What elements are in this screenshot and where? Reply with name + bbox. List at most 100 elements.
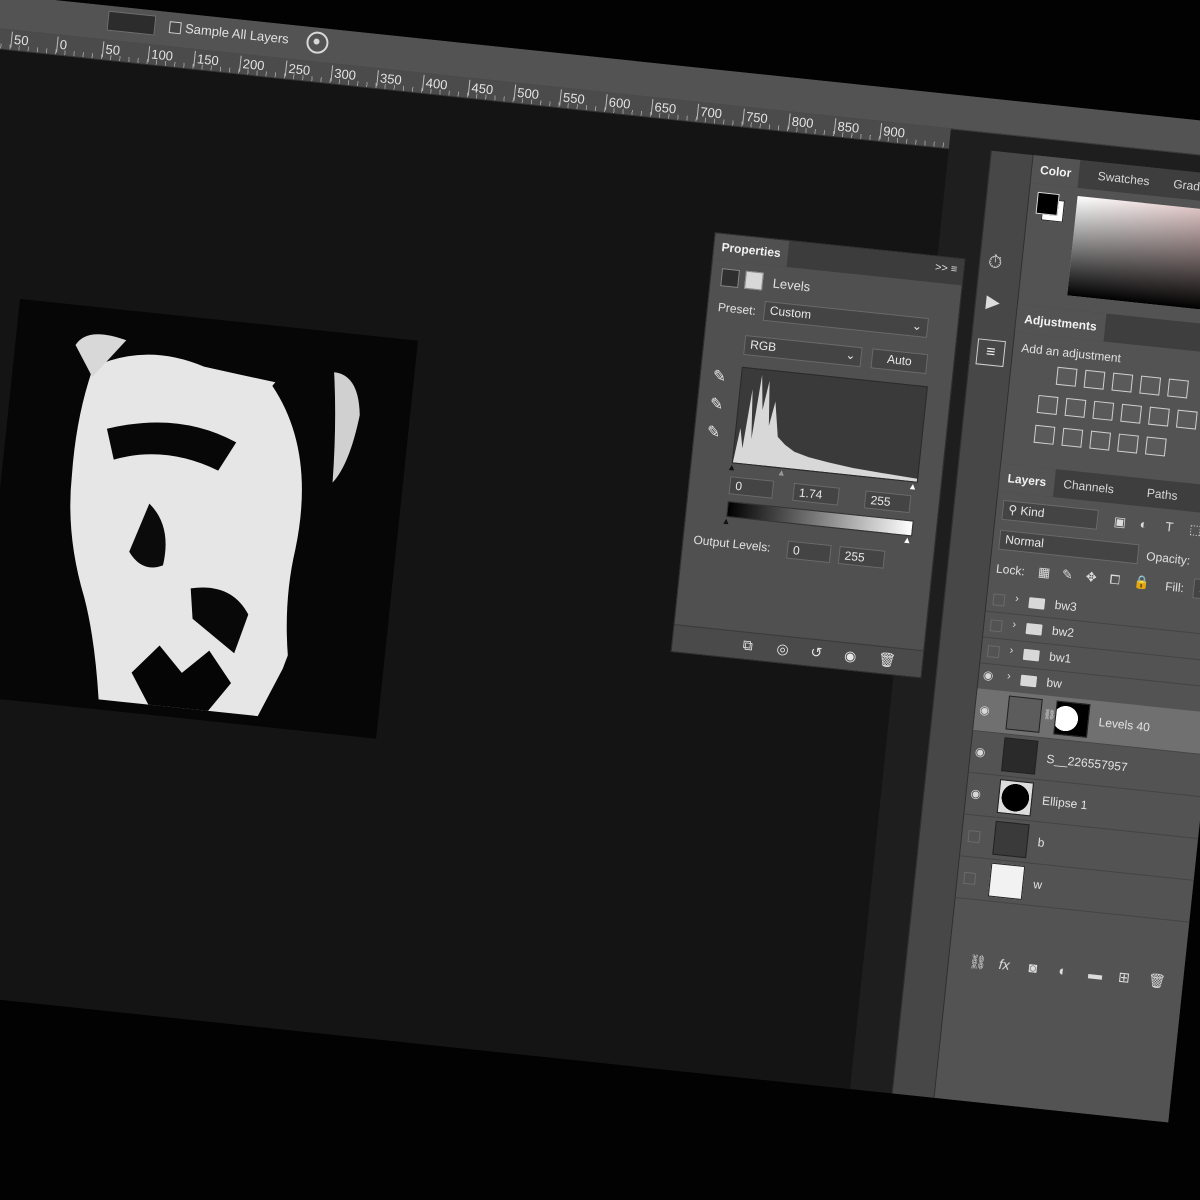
lock-position-icon[interactable]: ✥	[1085, 569, 1097, 586]
new-group-icon[interactable]: ▬	[1088, 965, 1104, 982]
channel-mixer-icon[interactable]	[1148, 406, 1170, 427]
add-mask-icon[interactable]: ◙	[1028, 959, 1038, 976]
input-gamma-field[interactable]: 1.74	[792, 482, 840, 506]
visibility-toggle[interactable]	[967, 830, 981, 844]
adjustment-layer-icon[interactable]: ◐	[1058, 962, 1068, 979]
play-actions-icon[interactable]: ▶	[985, 291, 1001, 313]
curves-icon[interactable]	[1111, 372, 1134, 393]
visibility-toggle[interactable]	[963, 871, 977, 886]
auto-button[interactable]: Auto	[870, 348, 929, 375]
lock-artboard-icon[interactable]: ⧠	[1109, 571, 1121, 588]
view-previous-icon[interactable]: ◎	[776, 640, 790, 658]
sample-all-layers-checkbox[interactable]	[168, 21, 182, 35]
link-icon[interactable]: ⛓	[968, 953, 987, 972]
tab-properties[interactable]: Properties	[712, 233, 790, 267]
black-white-icon[interactable]	[1092, 400, 1115, 421]
chevron-right-icon[interactable]: ›	[1012, 619, 1017, 631]
ruler-tick: 50	[101, 41, 121, 60]
invert-icon[interactable]	[1033, 424, 1056, 445]
preset-dropdown[interactable]: Custom ⌄	[762, 300, 930, 338]
input-black-field[interactable]: 0	[728, 476, 775, 499]
ruler-tick: 800	[787, 113, 815, 132]
ruler-tick: 50	[10, 31, 30, 50]
output-white-slider[interactable]: ▲	[902, 535, 912, 546]
channel-dropdown[interactable]: RGB ⌄	[743, 334, 863, 368]
delete-layer-icon[interactable]: 🗑	[1147, 972, 1166, 991]
hue-saturation-icon[interactable]	[1036, 394, 1059, 415]
visibility-toggle[interactable]	[989, 619, 1003, 633]
tab-layers[interactable]: Layers	[998, 463, 1056, 497]
output-black-field[interactable]: 0	[786, 540, 832, 564]
levels-histogram	[731, 366, 928, 483]
blend-mode-dropdown[interactable]: Normal	[998, 529, 1140, 565]
tab-swatches[interactable]: Swatches	[1088, 161, 1159, 196]
channel-value: RGB	[749, 337, 777, 355]
chevron-right-icon[interactable]: ›	[1015, 593, 1020, 605]
ruler-tick: 650	[650, 98, 677, 118]
tab-channels[interactable]: Channels	[1054, 469, 1123, 504]
layer-filter-dropdown[interactable]: ⚲ Kind	[1001, 499, 1099, 530]
lock-transparent-icon[interactable]: ▦	[1037, 564, 1051, 581]
visibility-icon[interactable]: ◉	[843, 647, 857, 665]
properties-panel-icon[interactable]: ≡	[975, 338, 1007, 368]
tab-paths[interactable]: Paths	[1138, 478, 1187, 511]
chevron-right-icon[interactable]: ›	[1006, 670, 1011, 682]
ruler-tick: 200	[238, 55, 266, 75]
ruler-tick: 550	[559, 89, 586, 108]
levels-icon	[720, 268, 740, 288]
eye-icon[interactable]: ◉	[982, 668, 994, 683]
mask-thumb[interactable]	[1053, 700, 1091, 738]
tool-size-field[interactable]	[106, 10, 157, 36]
input-white-field[interactable]: 255	[863, 490, 912, 514]
filter-pixel-icon[interactable]: ▣	[1113, 514, 1127, 531]
delete-icon[interactable]: 🗑	[877, 651, 896, 670]
portrait-artwork[interactable]	[0, 298, 418, 739]
black-point-slider[interactable]: ▲	[727, 462, 737, 473]
gradient-map-icon[interactable]	[1117, 433, 1139, 454]
mask-icon[interactable]	[744, 270, 764, 291]
fill-field[interactable]: 100	[1192, 578, 1200, 602]
posterize-icon[interactable]	[1061, 427, 1084, 448]
levels-adj-icon[interactable]	[1083, 369, 1106, 390]
filter-type-icon[interactable]: T	[1165, 519, 1174, 535]
eye-icon[interactable]: ◉	[970, 786, 982, 801]
chevron-right-icon[interactable]: ›	[1009, 644, 1014, 656]
gamma-slider[interactable]: ▲	[777, 467, 787, 478]
threshold-icon[interactable]	[1089, 430, 1112, 451]
exposure-icon[interactable]	[1139, 375, 1162, 396]
blend-mode-value: Normal	[1004, 532, 1045, 551]
lock-all-icon[interactable]: 🔒	[1133, 574, 1151, 592]
visibility-toggle[interactable]	[986, 645, 1001, 659]
eyedropper-gray-icon[interactable]: ✎	[709, 394, 724, 415]
tab-adjustments[interactable]: Adjustments	[1015, 304, 1107, 342]
clip-to-layer-icon[interactable]: ⧉	[742, 636, 754, 654]
target-brush-icon[interactable]	[305, 30, 330, 55]
brightness-icon[interactable]	[1055, 366, 1078, 387]
tab-gradients[interactable]: Grad	[1164, 169, 1200, 201]
lock-pixels-icon[interactable]: ✎	[1061, 566, 1073, 583]
reset-icon[interactable]: ↺	[810, 644, 823, 662]
filter-adjustment-icon[interactable]: ◐	[1139, 516, 1148, 532]
new-layer-icon[interactable]: ⊞	[1117, 969, 1130, 987]
eyedropper-black-icon[interactable]: ✎	[712, 366, 727, 387]
white-point-slider[interactable]: ▲	[908, 481, 918, 492]
eye-icon[interactable]: ◉	[979, 703, 991, 718]
color-picker-field[interactable]	[1067, 195, 1200, 316]
output-black-slider[interactable]: ▲	[721, 516, 731, 527]
photo-filter-icon[interactable]	[1120, 403, 1143, 424]
selective-color-icon[interactable]	[1144, 436, 1167, 457]
fx-icon[interactable]: fx	[998, 956, 1011, 973]
foreground-color-swatch[interactable]	[1035, 191, 1060, 216]
panel-menu-icon[interactable]: >> ≡	[934, 261, 957, 275]
folder-icon	[1028, 597, 1046, 610]
vibrance-icon[interactable]	[1167, 378, 1189, 399]
tab-color[interactable]: Color	[1030, 155, 1081, 188]
color-lookup-icon[interactable]	[1175, 409, 1198, 430]
eyedropper-white-icon[interactable]: ✎	[706, 422, 721, 443]
filter-shape-icon[interactable]: ⬚	[1189, 522, 1200, 539]
history-icon[interactable]: ⏱	[987, 251, 1013, 277]
color-balance-icon[interactable]	[1064, 397, 1087, 418]
visibility-toggle[interactable]	[992, 593, 1006, 607]
eye-icon[interactable]: ◉	[974, 744, 986, 759]
output-white-field[interactable]: 255	[837, 545, 886, 569]
